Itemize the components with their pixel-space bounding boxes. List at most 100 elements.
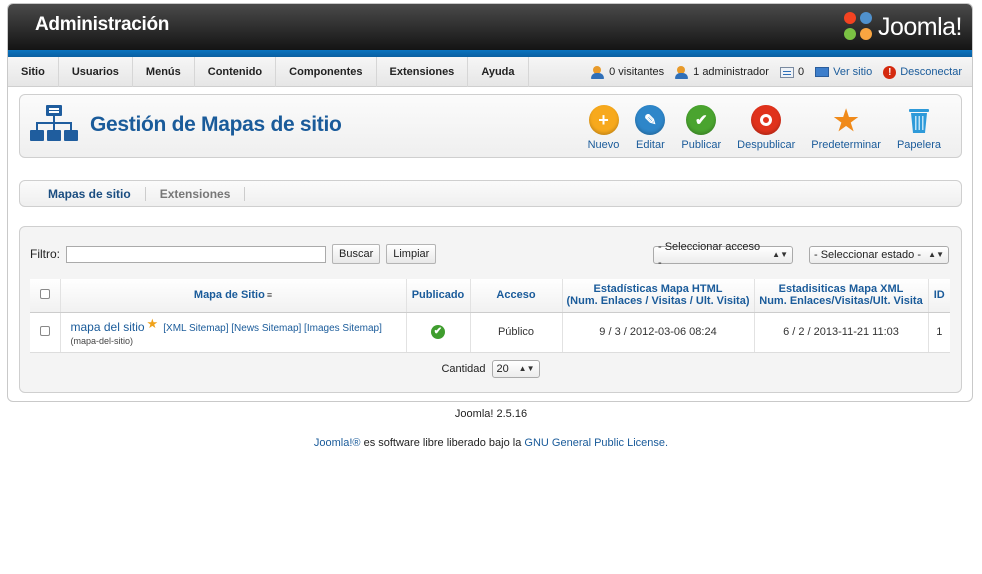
sitemaps-table: Mapa de Sitio ≡ Publicado Acceso Estadíst… bbox=[30, 279, 950, 353]
joomla-logo-text: Joomla! bbox=[877, 12, 963, 41]
visitors-count: 0 visitantes bbox=[609, 66, 665, 78]
tab-sitemaps[interactable]: Mapas de sitio bbox=[34, 186, 146, 201]
access-select[interactable]: - Seleccionar acceso - ▲▼ bbox=[653, 241, 793, 269]
page-title: Gestión de Mapas de sitio bbox=[90, 113, 342, 136]
sitemap-name-link[interactable]: mapa del sitio bbox=[71, 320, 145, 334]
html-stats-header-line2: (Num. Enlaces / Visitas / Ult. Visita) bbox=[566, 295, 750, 308]
default-button-label: Predeterminar bbox=[811, 139, 881, 151]
screen-icon bbox=[815, 67, 830, 77]
row-checkbox[interactable] bbox=[39, 325, 50, 336]
trash-button-label: Papelera bbox=[896, 139, 941, 151]
messages-status[interactable]: 0 bbox=[779, 66, 805, 78]
joomla-logo: Joomla! bbox=[843, 10, 963, 44]
admins-count: 1 administrador bbox=[693, 66, 769, 78]
xml-stats-header-line1: Estadisiticas Mapa XML bbox=[778, 283, 904, 296]
id-header[interactable]: ID bbox=[928, 279, 950, 313]
new-button-label: Nuevo bbox=[587, 139, 620, 151]
menu-item-contenido[interactable]: Contenido bbox=[195, 57, 277, 87]
filter-input[interactable] bbox=[66, 245, 326, 263]
state-select[interactable]: - Seleccionar estado - ▲▼ bbox=[809, 246, 949, 264]
select-all-checkbox[interactable] bbox=[39, 288, 50, 299]
trash-icon bbox=[904, 105, 934, 135]
access-select-value: - Seleccionar acceso - bbox=[658, 241, 761, 269]
select-arrows-icon: ▲▼ bbox=[928, 250, 944, 259]
default-button[interactable]: ★ Predeterminar bbox=[803, 104, 889, 152]
table-header-row: Mapa de Sitio ≡ Publicado Acceso Estadíst… bbox=[30, 279, 950, 313]
select-arrows-icon: ▲▼ bbox=[772, 250, 788, 259]
select-all-header bbox=[30, 279, 61, 313]
menu-item-usuarios[interactable]: Usuarios bbox=[59, 57, 133, 87]
limit-label: Cantidad bbox=[441, 363, 486, 375]
sitemap-header[interactable]: Mapa de Sitio ≡ bbox=[60, 279, 407, 313]
filter-bar: Filtro: Buscar Limpiar bbox=[30, 244, 437, 264]
sitemap-header-label: Mapa de Sitio bbox=[193, 289, 265, 302]
new-button[interactable]: + Nuevo bbox=[580, 105, 628, 151]
default-star-icon[interactable]: ★ bbox=[147, 316, 159, 331]
unpublish-icon bbox=[751, 105, 782, 135]
joomla-brand-link[interactable]: Joomla!® bbox=[314, 437, 361, 449]
sort-icon: ≡ bbox=[266, 290, 273, 301]
plus-icon: + bbox=[588, 105, 619, 135]
joomla-logo-icon bbox=[843, 12, 874, 42]
search-button[interactable]: Buscar bbox=[332, 244, 381, 264]
admin-frame: Administración Joomla! Sitio Usuarios Me… bbox=[7, 3, 973, 402]
edit-button[interactable]: ✎ Editar bbox=[627, 105, 673, 151]
sitemap-icon bbox=[30, 105, 78, 141]
messages-count: 0 bbox=[797, 66, 805, 78]
state-select-value: - Seleccionar estado - bbox=[814, 249, 921, 261]
view-site-link[interactable]: Ver sitio bbox=[815, 66, 872, 78]
logout-label[interactable]: Desconectar bbox=[900, 66, 962, 78]
tab-extensions[interactable]: Extensiones bbox=[146, 186, 246, 201]
toolbar-box: Gestión de Mapas de sitio + Nuevo ✎ Edit… bbox=[19, 94, 962, 158]
main-menubar: Sitio Usuarios Menús Contenido Component… bbox=[8, 57, 972, 87]
sitemap-alias: (mapa-del-sitio) bbox=[70, 335, 134, 346]
admin-title: Administración bbox=[35, 14, 170, 35]
menu-item-extensiones[interactable]: Extensiones bbox=[377, 57, 469, 87]
xml-stats-header-line2: Num. Enlaces/Visitas/Ult. Visita bbox=[759, 295, 923, 308]
logout-icon: ! bbox=[883, 65, 897, 79]
id-cell: 1 bbox=[928, 312, 950, 353]
admin-header: Administración Joomla! bbox=[8, 4, 972, 50]
access-header[interactable]: Acceso bbox=[470, 279, 563, 313]
trash-button[interactable]: Papelera bbox=[889, 105, 949, 151]
published-header[interactable]: Publicado bbox=[406, 279, 471, 313]
users-icon bbox=[591, 65, 605, 79]
sitemap-cell: mapa del sitio ★ [XML Sitemap] [News Site… bbox=[60, 312, 407, 353]
messages-icon bbox=[779, 66, 794, 78]
published-check-icon[interactable]: ✔ bbox=[431, 325, 445, 339]
menu-item-componentes[interactable]: Componentes bbox=[276, 57, 377, 87]
access-cell: Público bbox=[470, 312, 563, 353]
main-menu: Sitio Usuarios Menús Contenido Component… bbox=[8, 57, 529, 87]
html-stats-header-line1: Estadísticas Mapa HTML bbox=[593, 283, 723, 296]
footer-license: Joomla!® es software libre liberado bajo… bbox=[0, 437, 982, 449]
license-text: es software libre liberado bajo la bbox=[360, 437, 525, 449]
filter-label: Filtro: bbox=[30, 247, 60, 261]
admins-status: 1 administrador bbox=[675, 65, 769, 79]
status-area: 0 visitantes 1 administrador 0 Ver sitio… bbox=[591, 57, 962, 87]
header-accent-bar bbox=[8, 50, 972, 57]
edit-button-label: Editar bbox=[636, 139, 665, 151]
admin-users-icon bbox=[675, 65, 689, 79]
menu-item-menus[interactable]: Menús bbox=[133, 57, 195, 87]
clear-button[interactable]: Limpiar bbox=[386, 244, 437, 264]
logout-link[interactable]: ! Desconectar bbox=[883, 65, 962, 79]
select-arrows-icon: ▲▼ bbox=[518, 364, 535, 373]
row-checkbox-cell bbox=[30, 312, 61, 353]
check-icon: ✔ bbox=[686, 105, 717, 135]
html-stats-cell: 9 / 3 / 2012-03-06 08:24 bbox=[562, 312, 755, 353]
sitemap-format-links[interactable]: [XML Sitemap] [News Sitemap] [Images Sit… bbox=[163, 323, 382, 334]
menu-item-ayuda[interactable]: Ayuda bbox=[468, 57, 529, 87]
xml-stats-cell: 6 / 2 / 2013-11-21 11:03 bbox=[754, 312, 929, 353]
published-cell: ✔ bbox=[406, 312, 471, 353]
publish-button[interactable]: ✔ Publicar bbox=[673, 105, 729, 151]
limit-select[interactable]: 20 ▲▼ bbox=[491, 360, 540, 378]
unpublish-button[interactable]: Despublicar bbox=[729, 105, 803, 151]
gpl-link[interactable]: GNU General Public License. bbox=[524, 437, 668, 449]
footer-version: Joomla! 2.5.16 bbox=[454, 408, 528, 420]
sitemaps-list-panel: Filtro: Buscar Limpiar - Seleccionar acc… bbox=[19, 226, 962, 393]
xml-stats-header: Estadisiticas Mapa XML Num. Enlaces/Visit… bbox=[754, 279, 929, 313]
star-icon: ★ bbox=[833, 104, 859, 136]
html-stats-header: Estadísticas Mapa HTML (Num. Enlaces / Vi… bbox=[562, 279, 755, 313]
menu-item-sitio[interactable]: Sitio bbox=[8, 57, 59, 87]
view-site-label[interactable]: Ver sitio bbox=[833, 66, 872, 78]
